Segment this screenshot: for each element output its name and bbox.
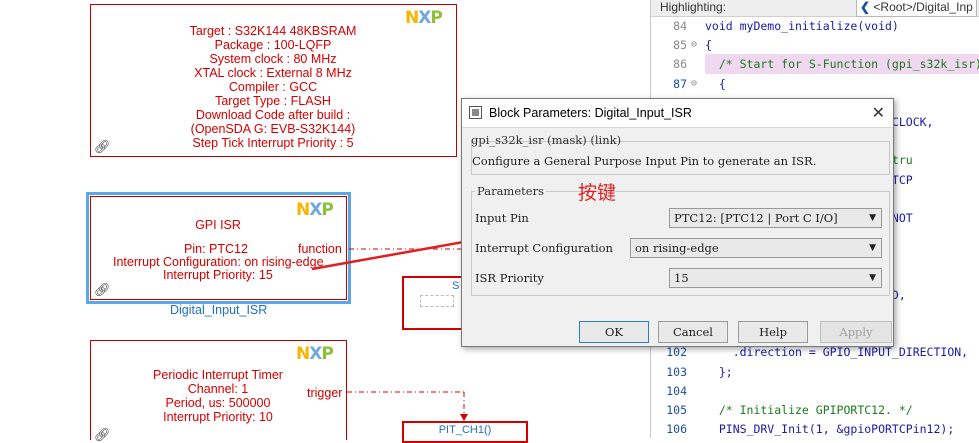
library-link-icon: 🔗︎ xyxy=(94,139,111,154)
code-text: /* Initialize GPIPORTC12. */ xyxy=(705,403,913,417)
step-tick-line: Step Tick Interrupt Priority : 5 xyxy=(192,136,354,150)
isr-priority-label: ISR Priority xyxy=(475,271,544,285)
code-line[interactable]: 84 void myDemo_initialize(void) xyxy=(651,16,979,36)
chevron-down-icon: ▼ xyxy=(869,273,876,283)
pit-block[interactable]: NXP Periodic Interrupt Timer Channel: 1 … xyxy=(90,340,347,442)
code-text: PINS_DRV_Init(1, &gpioPORTCPin12); xyxy=(705,422,955,437)
code-line[interactable]: 105 /* Initialize GPIPORTC12. */ xyxy=(651,400,979,420)
code-line[interactable]: 106 PINS_DRV_Init(1, &gpioPORTCPin12); xyxy=(651,419,979,439)
parameters-header: Parameters xyxy=(475,184,546,198)
code-line[interactable]: 85 ⊖ { xyxy=(651,35,979,55)
nxp-logo: NXP xyxy=(296,344,334,364)
interrupt-config-label: Interrupt Configuration xyxy=(475,241,613,255)
chevron-down-icon: ▼ xyxy=(869,213,876,223)
help-button[interactable]: Help xyxy=(738,321,808,343)
cancel-button[interactable]: Cancel xyxy=(658,321,728,343)
chevron-down-icon: ▼ xyxy=(869,243,876,253)
code-line[interactable]: 103 }; xyxy=(651,362,979,382)
gpi-interrupt-config-text: Interrupt Configuration: on rising-edge xyxy=(113,255,324,269)
function-call-subsystem-block[interactable]: S xyxy=(402,276,464,330)
code-highlight-bar: Highlighting: ❮ <Root>/Digital_Inp xyxy=(651,0,979,17)
code-text: /* Start for S-Function (gpi_s32k_isr): xyxy=(705,57,979,72)
link-arrow-icon: ❮ xyxy=(860,0,871,14)
input-pin-label: Input Pin xyxy=(475,211,529,225)
dialog-title-bar[interactable]: Block Parameters: Digital_Input_ISR ✕ xyxy=(462,99,893,128)
close-icon[interactable]: ✕ xyxy=(872,103,885,123)
ok-button[interactable]: OK xyxy=(579,321,649,343)
fold-toggle-icon[interactable]: ⊖ xyxy=(691,35,697,55)
line-number: 105 xyxy=(666,403,687,417)
pit-title-line: Periodic Interrupt Timer xyxy=(153,368,283,382)
code-text: void myDemo_initialize(void) xyxy=(705,19,899,33)
line-number: 87 xyxy=(673,76,687,91)
subsystem-label: S xyxy=(452,280,460,292)
line-number: 84 xyxy=(673,19,687,33)
system-clock-line: System clock : 80 MHz xyxy=(209,52,337,66)
line-number: 86 xyxy=(673,57,687,72)
highlighting-label: Highlighting: xyxy=(660,0,727,14)
target-config-text: Target : S32K144 48KBSRAM Package : 100-… xyxy=(91,24,455,150)
code-line[interactable]: 104 xyxy=(651,381,979,401)
apply-button[interactable]: Apply xyxy=(820,321,892,343)
dialog-title: Block Parameters: Digital_Input_ISR xyxy=(489,106,692,120)
download-line: Download Code after build : xyxy=(195,108,351,122)
mask-description: Configure a General Purpose Input Pin to… xyxy=(472,154,817,168)
interrupt-config-select[interactable]: on rising-edge ▼ xyxy=(630,238,882,258)
xtal-clock-line: XTAL clock : External 8 MHz xyxy=(194,66,352,80)
library-link-icon: 🔗︎ xyxy=(94,427,111,442)
fold-toggle-icon[interactable]: ⊖ xyxy=(691,74,697,94)
code-line[interactable]: 87 ⊖ { xyxy=(651,74,979,94)
block-parameters-dialog[interactable]: Block Parameters: Digital_Input_ISR ✕ gp… xyxy=(461,98,894,347)
opensda-line: (OpenSDA G: EVB-S32K144) xyxy=(190,122,356,136)
pit-priority-line: Interrupt Priority: 10 xyxy=(163,410,273,424)
line-number: 85 xyxy=(673,38,687,53)
line-number: 106 xyxy=(666,422,687,437)
mask-header: gpi_s32k_isr (mask) (link) xyxy=(471,133,622,147)
gpi-block-title: GPI ISR xyxy=(195,218,241,232)
function-port-label: function xyxy=(298,242,342,256)
code-text: }; xyxy=(705,364,733,379)
pit-ch1-subsystem-block[interactable]: PIT_CH1() xyxy=(402,421,528,443)
code-line[interactable]: 86 /* Start for S-Function (gpi_s32k_isr… xyxy=(651,54,979,75)
gpi-block-caption[interactable]: Digital_Input_ISR xyxy=(170,303,267,317)
annotation-label: 按键 xyxy=(578,182,617,204)
nxp-logo: NXP xyxy=(296,200,334,220)
pit-ch1-label: PIT_CH1() xyxy=(438,424,492,436)
target-type-line: Target Type : FLASH xyxy=(215,94,331,108)
trigger-port-label: trigger xyxy=(307,386,343,400)
target-config-block[interactable]: NXP Target : S32K144 48KBSRAM Package : … xyxy=(90,4,457,157)
simulink-block-icon xyxy=(469,106,482,119)
gpi-pin-text: Pin: PTC12 xyxy=(184,242,248,256)
code-text: { xyxy=(705,38,712,53)
compiler-line: Compiler : GCC xyxy=(228,80,318,94)
library-link-icon: 🔗︎ xyxy=(94,282,111,297)
input-pin-select[interactable]: PTC12: [PTC12 | Port C I/O] ▼ xyxy=(669,208,882,228)
nxp-logo: NXP xyxy=(405,8,443,28)
subsystem-inner-icon xyxy=(420,295,454,307)
line-number: 104 xyxy=(666,383,687,398)
code-text: { xyxy=(705,76,726,91)
gpi-isr-block[interactable]: NXP GPI ISR Pin: PTC12 Interrupt Configu… xyxy=(86,192,351,304)
package-line: Package : 100-LQFP xyxy=(214,38,332,52)
line-number: 103 xyxy=(666,364,687,379)
isr-priority-select[interactable]: 15 ▼ xyxy=(669,268,882,288)
gpi-priority-text: Interrupt Priority: 15 xyxy=(163,268,273,282)
target-line: Target : S32K144 48KBSRAM xyxy=(189,24,357,38)
highlight-target-link[interactable]: ❮ <Root>/Digital_Inp xyxy=(856,0,977,17)
